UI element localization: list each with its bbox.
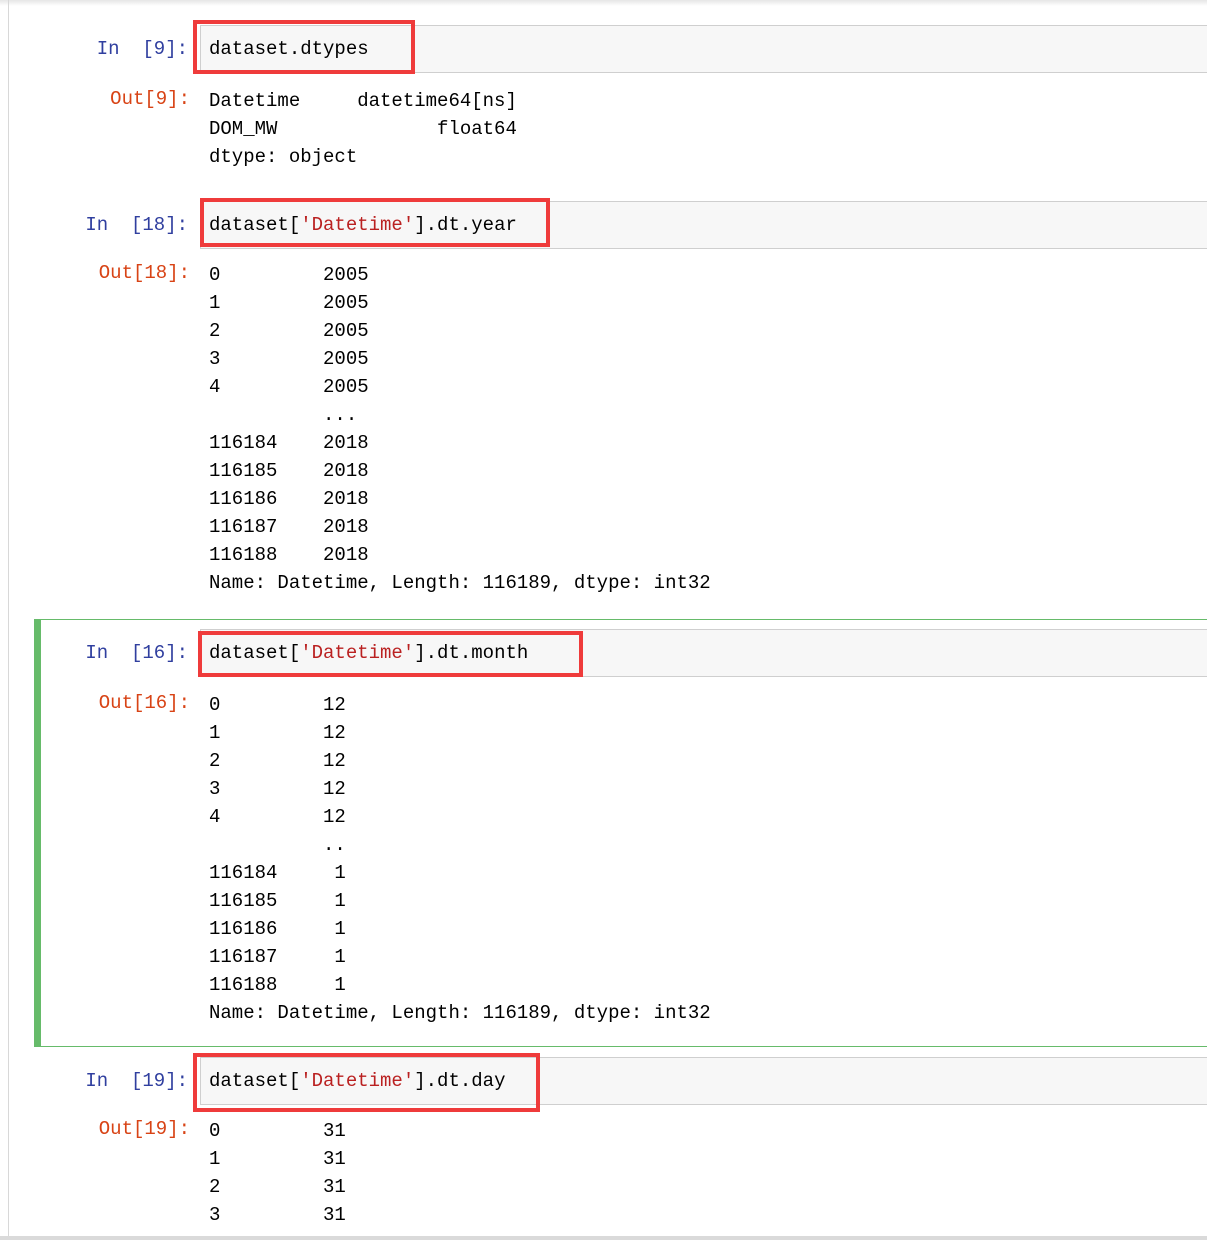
cell-output: 0 31 1 31 2 31 3 31: [209, 1120, 346, 1226]
in-prompt: In [16]:: [85, 642, 188, 664]
top-shade: [0, 0, 1207, 6]
code-cell-3-selected[interactable]: In [16]: dataset['Datetime'].dt.month Ou…: [34, 619, 1207, 1047]
in-prompt: In [9]:: [96, 38, 188, 60]
out-prompt: Out[18]:: [98, 262, 190, 284]
out-prompt: Out[16]:: [98, 692, 190, 714]
out-prompt: Out[9]:: [110, 88, 190, 110]
cell-output: 0 12 1 12 2 12 3 12 4 12 .. 116184 1 116…: [209, 694, 711, 1024]
notebook-left-border: [8, 0, 9, 1240]
bottom-border: [0, 1236, 1207, 1240]
highlight-box: [200, 198, 550, 247]
highlight-box: [193, 1053, 540, 1112]
cell-output: Datetime datetime64[ns] DOM_MW float64 d…: [209, 90, 517, 168]
highlight-box: [193, 20, 415, 74]
in-prompt: In [19]:: [85, 1070, 188, 1092]
code-cell-2[interactable]: In [18]: dataset['Datetime'].dt.year Out…: [34, 198, 1207, 608]
out-prompt: Out[19]:: [98, 1118, 190, 1140]
in-prompt: In [18]:: [85, 214, 188, 236]
cell-output: 0 2005 1 2005 2 2005 3 2005 4 2005 ... 1…: [209, 264, 711, 594]
highlight-box: [198, 631, 583, 677]
